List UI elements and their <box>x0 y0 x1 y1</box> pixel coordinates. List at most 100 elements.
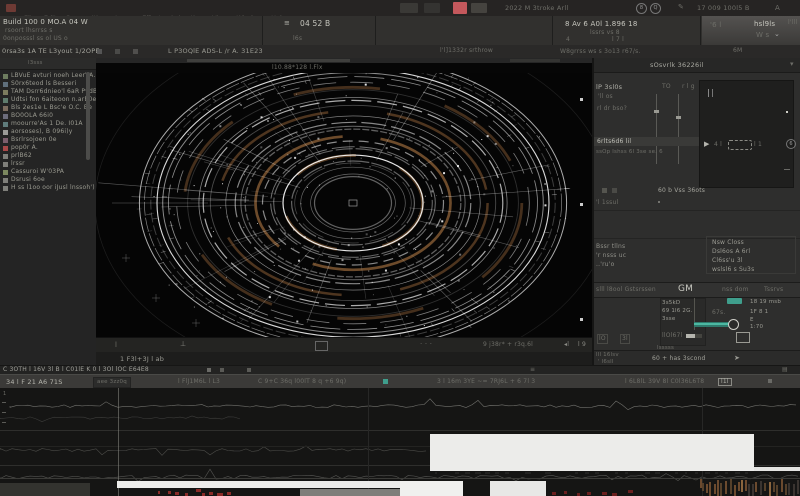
red-marker <box>196 489 201 492</box>
timecode[interactable]: 34 l F 21 A6 71S <box>6 379 63 386</box>
list-item-label: Cassuroi W'03PA <box>11 169 64 175</box>
list-item[interactable]: lrssr <box>0 160 96 168</box>
layer-bar[interactable] <box>117 481 402 488</box>
list-item[interactable]: H ss l1oo oor iJusl lnssoh') Jsroo <box>0 184 96 192</box>
toggle-icon[interactable] <box>602 188 607 193</box>
col-header-2[interactable]: C 9+C 36q l00lT 8 q +6 9q) <box>258 379 346 385</box>
list-item[interactable]: LBVuE avturi noeh LeerVA.I6 <box>0 72 96 80</box>
pointer-icon[interactable]: ➤ <box>734 355 740 362</box>
toolbar-button[interactable] <box>400 3 418 13</box>
texture-streak <box>714 484 716 494</box>
group-left-label: slll l8ool Gstsrssen <box>596 287 656 293</box>
layer-color-swatch <box>3 122 8 127</box>
effect-controls-panel: sOsvrlk 36226il ▾ lP 3sl0s 'll os rl dr … <box>592 58 800 365</box>
col-label-a: TO <box>662 84 671 90</box>
dot <box>658 201 660 203</box>
panel-list-icon[interactable]: ▤ <box>782 367 788 373</box>
mini-icon-1[interactable]: lO <box>597 334 608 344</box>
small-icon[interactable] <box>768 379 772 383</box>
list-item[interactable]: moourre'As 1 De. I01A <box>0 120 96 128</box>
panel-tab-title[interactable]: sOsvrlk 36226il <box>650 62 703 69</box>
scrollbar[interactable] <box>86 72 90 160</box>
gray-bar[interactable] <box>300 489 400 496</box>
comp-tab-label[interactable]: 1 F3l+3J l ab <box>120 356 164 363</box>
texture-streak <box>725 481 727 494</box>
list-item[interactable]: Udtsi fon 6aiteoon n.arb0e A <box>0 96 96 104</box>
segment-icon[interactable]: ≡ <box>284 20 290 27</box>
outline-box[interactable] <box>736 332 750 343</box>
axis-icon[interactable]: ⊥ <box>180 341 186 348</box>
viewer-scrollbar[interactable] <box>187 59 350 62</box>
red-marker <box>175 492 179 495</box>
small-icon[interactable] <box>247 368 251 372</box>
segment-sub: l6s <box>293 36 302 42</box>
slider-handle[interactable] <box>676 116 681 119</box>
small-icon[interactable] <box>220 368 224 372</box>
layer-bar[interactable] <box>400 481 463 496</box>
keyframe-mark <box>615 472 618 474</box>
keyframe-mark <box>525 472 531 474</box>
aa-circle-icon[interactable]: 8 <box>636 3 647 14</box>
panel-menu-icon[interactable]: ▾ <box>790 61 794 68</box>
list-item[interactable]: Bls 2es1e L Bsc'e O.C. Be <box>0 104 96 112</box>
layer-bar[interactable] <box>754 467 800 471</box>
layer-color-swatch <box>3 98 8 103</box>
keyframe-mark <box>645 472 650 474</box>
slider-track[interactable] <box>678 94 679 164</box>
list-item[interactable]: Dsrusi 6oe <box>0 176 96 184</box>
project-panel: l3sss LBVuE avturi noeh LeerVA.I6S0rx6te… <box>0 58 97 365</box>
segment-value[interactable]: 04 52 B <box>300 20 330 28</box>
search-circle-icon[interactable]: Q <box>650 3 661 14</box>
layer-bar[interactable] <box>430 434 754 471</box>
frame-box[interactable]: l1l <box>718 378 732 386</box>
sub-box-label: l 1 <box>754 142 762 148</box>
keyframe-mark <box>655 472 660 474</box>
playhead[interactable] <box>118 388 119 496</box>
teal-progress-bar[interactable] <box>694 322 732 327</box>
pen-icon[interactable]: ✎ <box>678 4 684 11</box>
row-label2: 'l 1ssul <box>596 200 618 206</box>
texture-streak <box>720 483 722 496</box>
list-item[interactable]: aorsoses), B 096i)y <box>0 128 96 136</box>
list-item[interactable]: TAM Dsrr6dnieo'l 6aR PvdB s <box>0 88 96 96</box>
prop-label: rl dr bso? <box>597 106 627 112</box>
selected-property-row[interactable]: 6rlts6d6 lil <box>594 137 699 146</box>
workspace-label[interactable]: 0rsa3s 1A TE L3yout 1/2OPE <box>2 48 100 55</box>
small-icon[interactable] <box>133 49 138 54</box>
col-header-1[interactable]: l FlJ1M6L l L3 <box>178 379 220 385</box>
col-header-3[interactable]: 3 l 16m 3YE ~= 7RJ6L + 6 7l 3 <box>437 379 535 385</box>
circle-badge[interactable]: 6 <box>786 139 796 149</box>
record-button[interactable] <box>453 2 467 14</box>
prop-label: 'll os <box>598 94 613 100</box>
search-box[interactable]: aee 3zz0q <box>93 377 131 388</box>
list-item[interactable]: prlB62 <box>0 152 96 160</box>
mini-icon-2[interactable]: 3l <box>620 334 630 344</box>
list-item[interactable]: Cassuroi W'03PA <box>0 168 96 176</box>
view-options-icon[interactable] <box>315 341 328 351</box>
keyframe-mark <box>475 472 481 474</box>
small-icon[interactable] <box>115 49 120 54</box>
progress-knob[interactable] <box>728 319 739 330</box>
dropdown-caret-icon[interactable]: ⌄ <box>774 31 780 38</box>
ruler-number: 1 <box>3 392 6 397</box>
toolbar-button[interactable] <box>471 3 487 13</box>
slider-handle[interactable] <box>654 110 659 113</box>
timeline-tracks[interactable]: 1 <box>0 388 800 496</box>
keyframe-mark <box>695 472 698 474</box>
layer-bar[interactable] <box>490 481 546 496</box>
toggle-icon[interactable] <box>612 188 617 193</box>
toolbar-button[interactable] <box>424 3 440 13</box>
dashed-selector[interactable] <box>728 140 752 150</box>
cursor-icon[interactable]: ▶ <box>704 141 710 148</box>
list-item[interactable]: Bsrlrsojoen 0e <box>0 136 96 144</box>
list-item[interactable]: pop0r A. <box>0 144 96 152</box>
timeline-tab-label[interactable]: C 3OTH l 16V 3l B l C01lE K 0 l 3Ol lOC … <box>3 367 149 373</box>
list-item[interactable]: S0rx6teod ls Besseri <box>0 80 96 88</box>
small-icon[interactable] <box>207 368 211 372</box>
col-header-4[interactable]: l 6L8lL 39V 8l C0l36L6T8 <box>625 379 704 385</box>
small-icon[interactable] <box>97 49 102 54</box>
list-item[interactable]: BO0OLA 66i0 <box>0 112 96 120</box>
property-sub: ssOp lshss 6l 3se se. 6 <box>596 150 663 156</box>
grid-icon[interactable]: l 9 <box>578 342 586 348</box>
prev-frame-icon[interactable]: ◂l <box>564 342 569 348</box>
